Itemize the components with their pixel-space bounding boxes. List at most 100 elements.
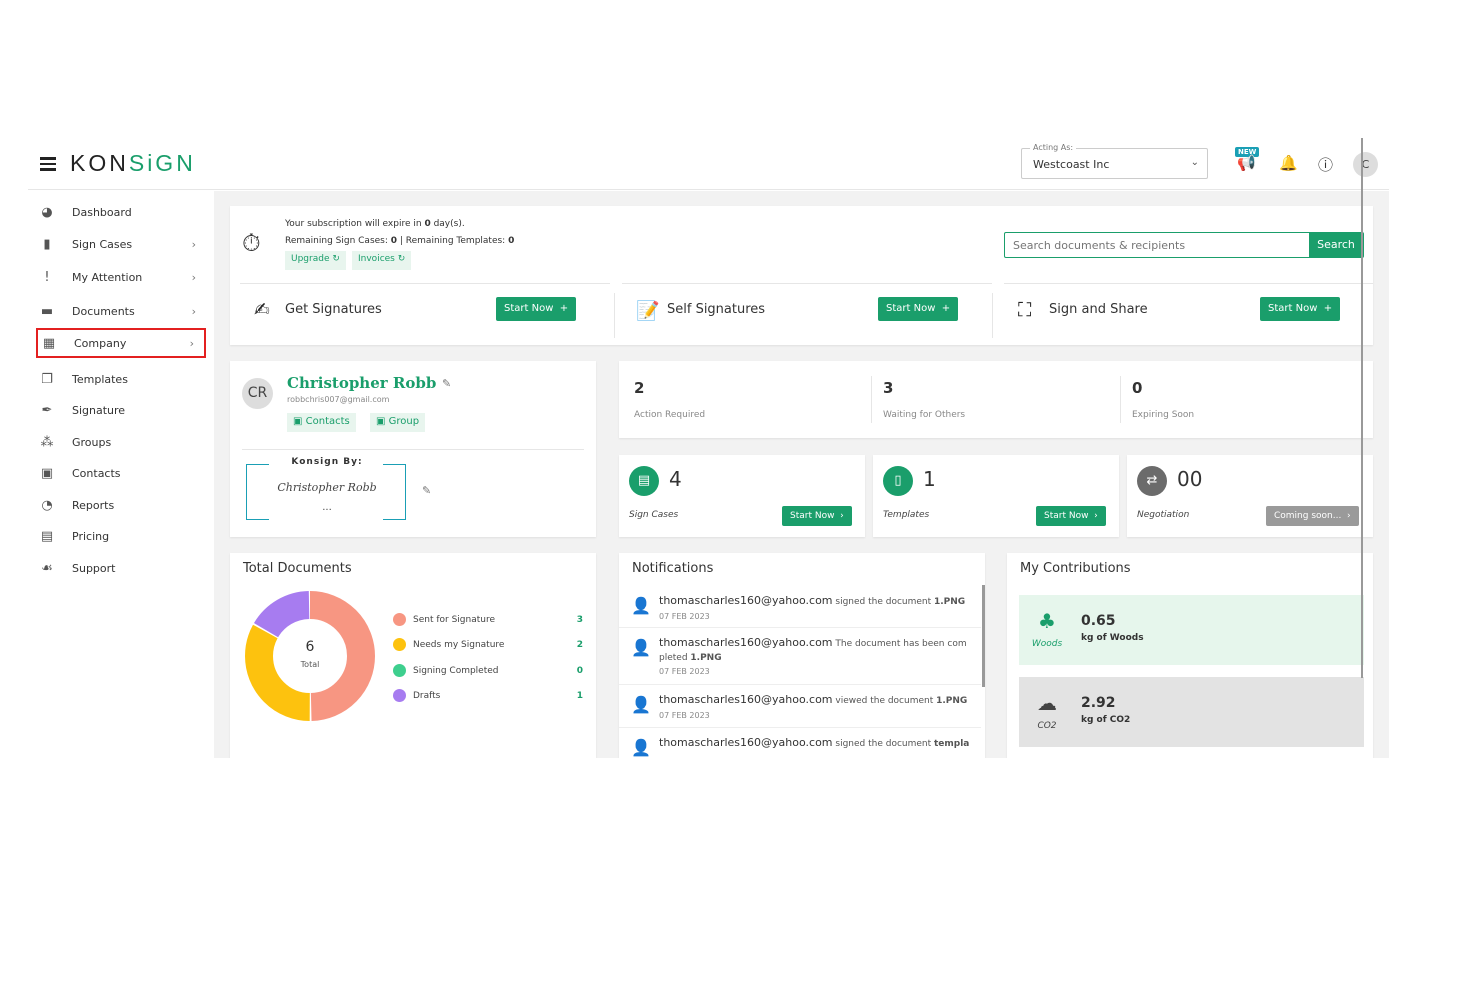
self-signatures-start-button[interactable]: Start Now + bbox=[878, 297, 959, 321]
sidebar-item-templates[interactable]: ❐ Templates bbox=[36, 364, 206, 394]
konsign-logo[interactable]: KONSiGN bbox=[70, 150, 196, 177]
copy-icon: ❐ bbox=[41, 371, 53, 387]
divider bbox=[242, 449, 584, 450]
sign-cases-card: ▤ 4 Sign Cases Start Now › bbox=[619, 455, 865, 537]
sidebar-item-documents[interactable]: ▬ Documents › bbox=[36, 296, 206, 326]
sidebar-item-label: Dashboard bbox=[72, 205, 132, 219]
sidebar-item-label: Templates bbox=[72, 372, 128, 386]
legend-label: Needs my Signature bbox=[413, 640, 505, 650]
remaining-templates-label: | Remaining Templates: bbox=[397, 236, 509, 246]
upgrade-button[interactable]: Upgrade ↻ bbox=[285, 251, 346, 270]
megaphone-icon[interactable]: 📢 bbox=[1237, 154, 1256, 172]
contributions-title: My Contributions bbox=[1020, 561, 1131, 576]
sign-cases-start-button[interactable]: Start Now › bbox=[782, 506, 852, 526]
coming-soon-button[interactable]: Coming soon... › bbox=[1266, 506, 1359, 526]
users-icon: ⁂ bbox=[40, 434, 54, 450]
user-avatar[interactable]: C bbox=[1353, 152, 1378, 177]
sidebar-item-dashboard[interactable]: ◕ Dashboard bbox=[36, 197, 206, 227]
start-label: Start Now bbox=[504, 303, 554, 314]
sidebar-item-label: Contacts bbox=[72, 466, 121, 480]
sidebar-item-sign-cases[interactable]: ▮ Sign Cases › bbox=[36, 229, 206, 259]
signature-box: Konsign By: Christopher Robb ... bbox=[246, 457, 406, 520]
start-label: Start Now bbox=[790, 511, 835, 521]
negotiation-icon: ⇄ bbox=[1137, 466, 1167, 496]
sign-and-share-start-button[interactable]: Start Now + bbox=[1260, 297, 1341, 321]
sidebar-item-groups[interactable]: ⁂ Groups bbox=[36, 427, 206, 457]
legend-signing-completed[interactable]: Signing Completed 0 bbox=[393, 664, 583, 678]
template-doc-icon: ▯ bbox=[883, 466, 913, 496]
search-input[interactable] bbox=[1005, 233, 1309, 257]
profile-card: CR Christopher Robb ✎ robbchris007@gmail… bbox=[230, 361, 596, 537]
top-header: KONSiGN Acting As: Westcoast Inc ⌄ NEW 📢… bbox=[28, 138, 1389, 190]
notifications-scrollbar[interactable] bbox=[982, 585, 985, 687]
chevron-right-icon: › bbox=[189, 336, 194, 350]
action-required-count[interactable]: 2 bbox=[634, 379, 644, 397]
sidebar: ◕ Dashboard ▮ Sign Cases › ! My Attention › ▬… bbox=[28, 191, 214, 758]
divider bbox=[1120, 376, 1121, 423]
sidebar-item-support[interactable]: ☙ Support bbox=[36, 553, 206, 583]
signature-dots: ... bbox=[322, 502, 332, 513]
legend-dot bbox=[393, 638, 406, 651]
user-icon: 👤 bbox=[631, 695, 651, 714]
sidebar-item-pricing[interactable]: ▤ Pricing bbox=[36, 521, 206, 551]
tree-icon: ♣ bbox=[1038, 609, 1056, 633]
contacts-button[interactable]: ▣ Contacts bbox=[287, 413, 356, 432]
coming-soon-label: Coming soon... bbox=[1274, 511, 1342, 521]
group-button[interactable]: ▣ Group bbox=[370, 413, 426, 432]
notification-text: viewed the document bbox=[832, 696, 937, 706]
sidebar-item-label: Pricing bbox=[72, 529, 110, 543]
remaining-templates: 0 bbox=[508, 236, 515, 246]
sidebar-item-label: Groups bbox=[72, 435, 112, 449]
notification-item[interactable]: 👤 thomascharles160@yahoo.com signed the … bbox=[619, 728, 981, 758]
notification-item[interactable]: 👤 thomascharles160@yahoo.com viewed the … bbox=[619, 685, 981, 728]
total-documents-title: Total Documents bbox=[243, 561, 352, 576]
sidebar-item-reports[interactable]: ◔ Reports bbox=[36, 490, 206, 520]
legend-sent-for-signature[interactable]: Sent for Signature 3 bbox=[393, 613, 583, 627]
notification-doc: 1.PNG bbox=[690, 653, 722, 663]
help-icon[interactable]: ⓘ bbox=[1318, 154, 1333, 175]
templates-start-button[interactable]: Start Now › bbox=[1036, 506, 1106, 526]
bell-icon[interactable]: 🔔 bbox=[1279, 154, 1298, 172]
signature-image: Christopher Robb bbox=[277, 481, 377, 494]
user-icon: 👤 bbox=[631, 638, 651, 657]
profile-avatar: CR bbox=[242, 378, 273, 409]
hamburger-menu-icon[interactable] bbox=[40, 157, 56, 171]
sidebar-item-company[interactable]: ▦ Company › bbox=[36, 328, 206, 358]
documents-donut-chart bbox=[245, 591, 375, 721]
sidebar-item-my-attention[interactable]: ! My Attention › bbox=[36, 262, 206, 292]
self-signatures-section: 📝 Self Signatures Start Now + bbox=[622, 283, 992, 346]
group-label: Group bbox=[388, 416, 420, 427]
remaining-sign-cases-label: Remaining Sign Cases: bbox=[285, 236, 391, 246]
sidebar-item-contacts[interactable]: ▣ Contacts bbox=[36, 458, 206, 488]
edit-signature-icon[interactable]: ✎ bbox=[422, 484, 431, 497]
chevron-right-icon: › bbox=[191, 237, 196, 251]
sidebar-item-signature[interactable]: ✒ Signature bbox=[36, 395, 206, 425]
logo-o: O bbox=[88, 150, 110, 176]
woods-unit: kg of Woods bbox=[1081, 633, 1144, 643]
total-documents-card: Total Documents 6 Total Sent for Signatu… bbox=[230, 553, 596, 758]
chevron-down-icon: ⌄ bbox=[1190, 157, 1199, 168]
acting-as-select[interactable]: Acting As: Westcoast Inc ⌄ bbox=[1021, 143, 1208, 179]
edit-pencil-icon[interactable]: ✎ bbox=[442, 377, 451, 390]
quick-actions-card: ⏱ Your subscription will expire in 0 day… bbox=[230, 206, 1373, 345]
legend-needs-my-signature[interactable]: Needs my Signature 2 bbox=[393, 638, 583, 652]
page-scrollbar[interactable] bbox=[1361, 138, 1363, 678]
legend-dot bbox=[393, 664, 406, 677]
expiring-count[interactable]: 0 bbox=[1132, 379, 1142, 397]
start-label: Start Now bbox=[886, 303, 936, 314]
get-signatures-start-button[interactable]: Start Now + bbox=[496, 297, 577, 321]
dashboard-icon: ◕ bbox=[41, 204, 53, 220]
co2-contribution: ☁ CO2 2.92 kg of CO2 bbox=[1019, 677, 1364, 747]
action-required-label: Action Required bbox=[634, 410, 706, 420]
notification-item[interactable]: 👤 thomascharles160@yahoo.com signed the … bbox=[619, 586, 981, 628]
subscription-expiry: Your subscription will expire in 0 day(s… bbox=[285, 219, 465, 229]
get-signatures-title: Get Signatures bbox=[285, 302, 382, 317]
legend-value: 2 bbox=[576, 640, 583, 650]
legend-drafts[interactable]: Drafts 1 bbox=[393, 689, 583, 703]
divider bbox=[871, 376, 872, 423]
notification-item[interactable]: 👤 thomascharles160@yahoo.com The documen… bbox=[619, 628, 981, 685]
waiting-count[interactable]: 3 bbox=[883, 379, 893, 397]
pen-icon: ✒ bbox=[41, 402, 53, 418]
invoices-button[interactable]: Invoices ↻ bbox=[352, 251, 412, 270]
search-button[interactable]: Search bbox=[1309, 233, 1363, 257]
